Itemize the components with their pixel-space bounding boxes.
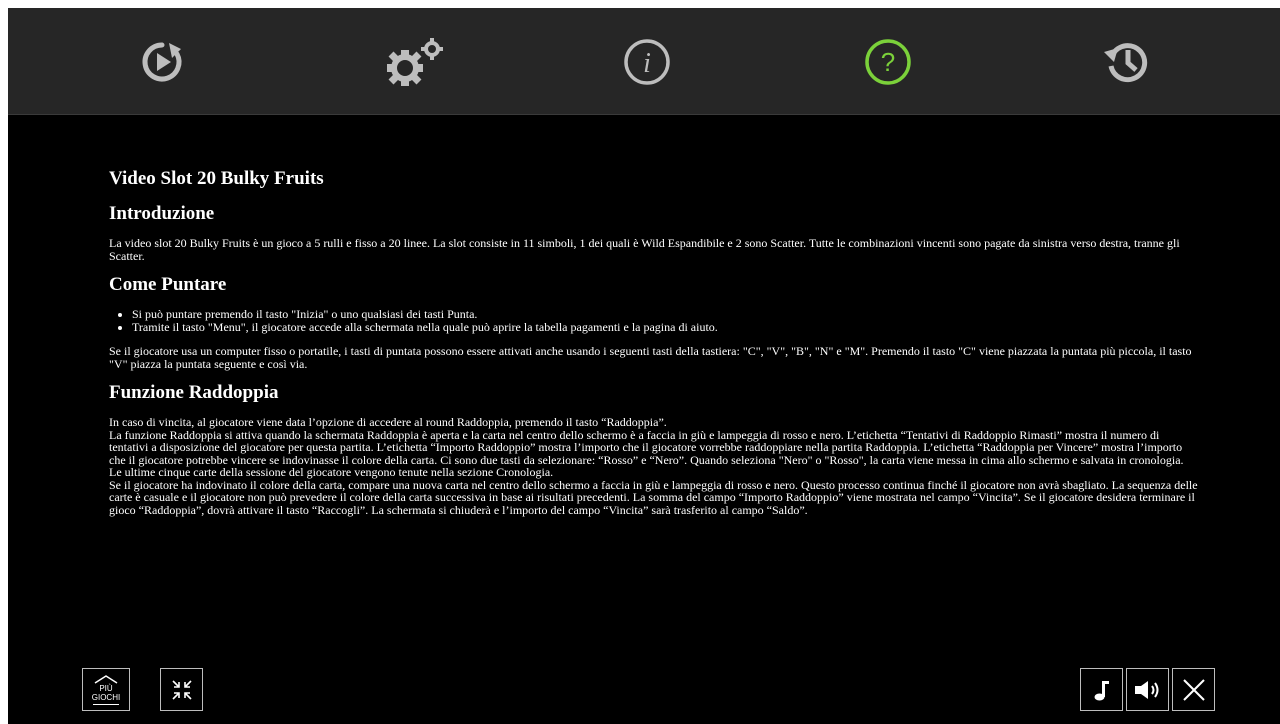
music-button[interactable] — [1080, 668, 1123, 711]
intro-text: La video slot 20 Bulky Fruits è un gioco… — [109, 236, 1180, 263]
close-icon — [1182, 678, 1205, 701]
home-icon — [94, 674, 118, 684]
close-button[interactable] — [1172, 668, 1215, 711]
betting-text: Se il giocatore usa un computer fisso o … — [109, 344, 1192, 371]
betting-list: Si può puntare premendo il tasto "Inizia… — [109, 308, 1199, 333]
help-button[interactable]: ? — [860, 34, 916, 90]
more-games-button[interactable]: PIÙ GIOCHI — [82, 668, 130, 711]
more-games-label-1: PIÙ — [99, 683, 113, 693]
gamble-heading: Funzione Raddoppia — [109, 382, 279, 403]
exit-fullscreen-button[interactable] — [160, 668, 203, 711]
info-icon: i — [624, 39, 670, 85]
history-icon — [1104, 43, 1148, 83]
settings-icon — [387, 38, 443, 86]
list-item: Si può puntare premendo il tasto "Inizia… — [132, 308, 1199, 321]
settings-button[interactable] — [380, 34, 450, 90]
sound-icon — [1134, 680, 1158, 699]
gamble-text: In caso di vincita, al giocatore viene d… — [109, 416, 1199, 516]
gamble-paragraph: In caso di vincita, al giocatore viene d… — [109, 415, 667, 429]
autoplay-icon — [142, 42, 182, 82]
intro-heading: Introduzione — [109, 203, 215, 224]
more-games-underline — [93, 703, 119, 705]
page-title: Video Slot 20 Bulky Fruits — [109, 168, 324, 189]
help-content: Video Slot 20 Bulky Fruits Introduzione … — [109, 168, 1199, 516]
gamble-paragraph: La funzione Raddoppia si attiva quando l… — [109, 427, 1184, 479]
list-item: Tramite il tasto "Menu", il giocatore ac… — [132, 320, 1199, 334]
music-icon — [1094, 680, 1109, 700]
exit-fullscreen-icon — [171, 679, 192, 700]
autoplay-button[interactable] — [134, 34, 190, 90]
top-toolbar: i ? — [8, 8, 1280, 115]
history-button[interactable] — [1098, 34, 1154, 90]
svg-text:i: i — [643, 48, 651, 79]
help-icon: ? — [865, 39, 911, 85]
gamble-paragraph: Se il giocatore ha indovinato il colore … — [109, 477, 1198, 517]
info-button[interactable]: i — [619, 34, 675, 90]
svg-text:?: ? — [881, 47, 895, 77]
game-help-frame: i ? Video Slot 20 Bulky Fruits Introduzi… — [8, 8, 1280, 724]
more-games-label-2: GIOCHI — [91, 692, 121, 702]
sound-button[interactable] — [1126, 668, 1169, 711]
betting-heading: Come Puntare — [109, 274, 227, 295]
